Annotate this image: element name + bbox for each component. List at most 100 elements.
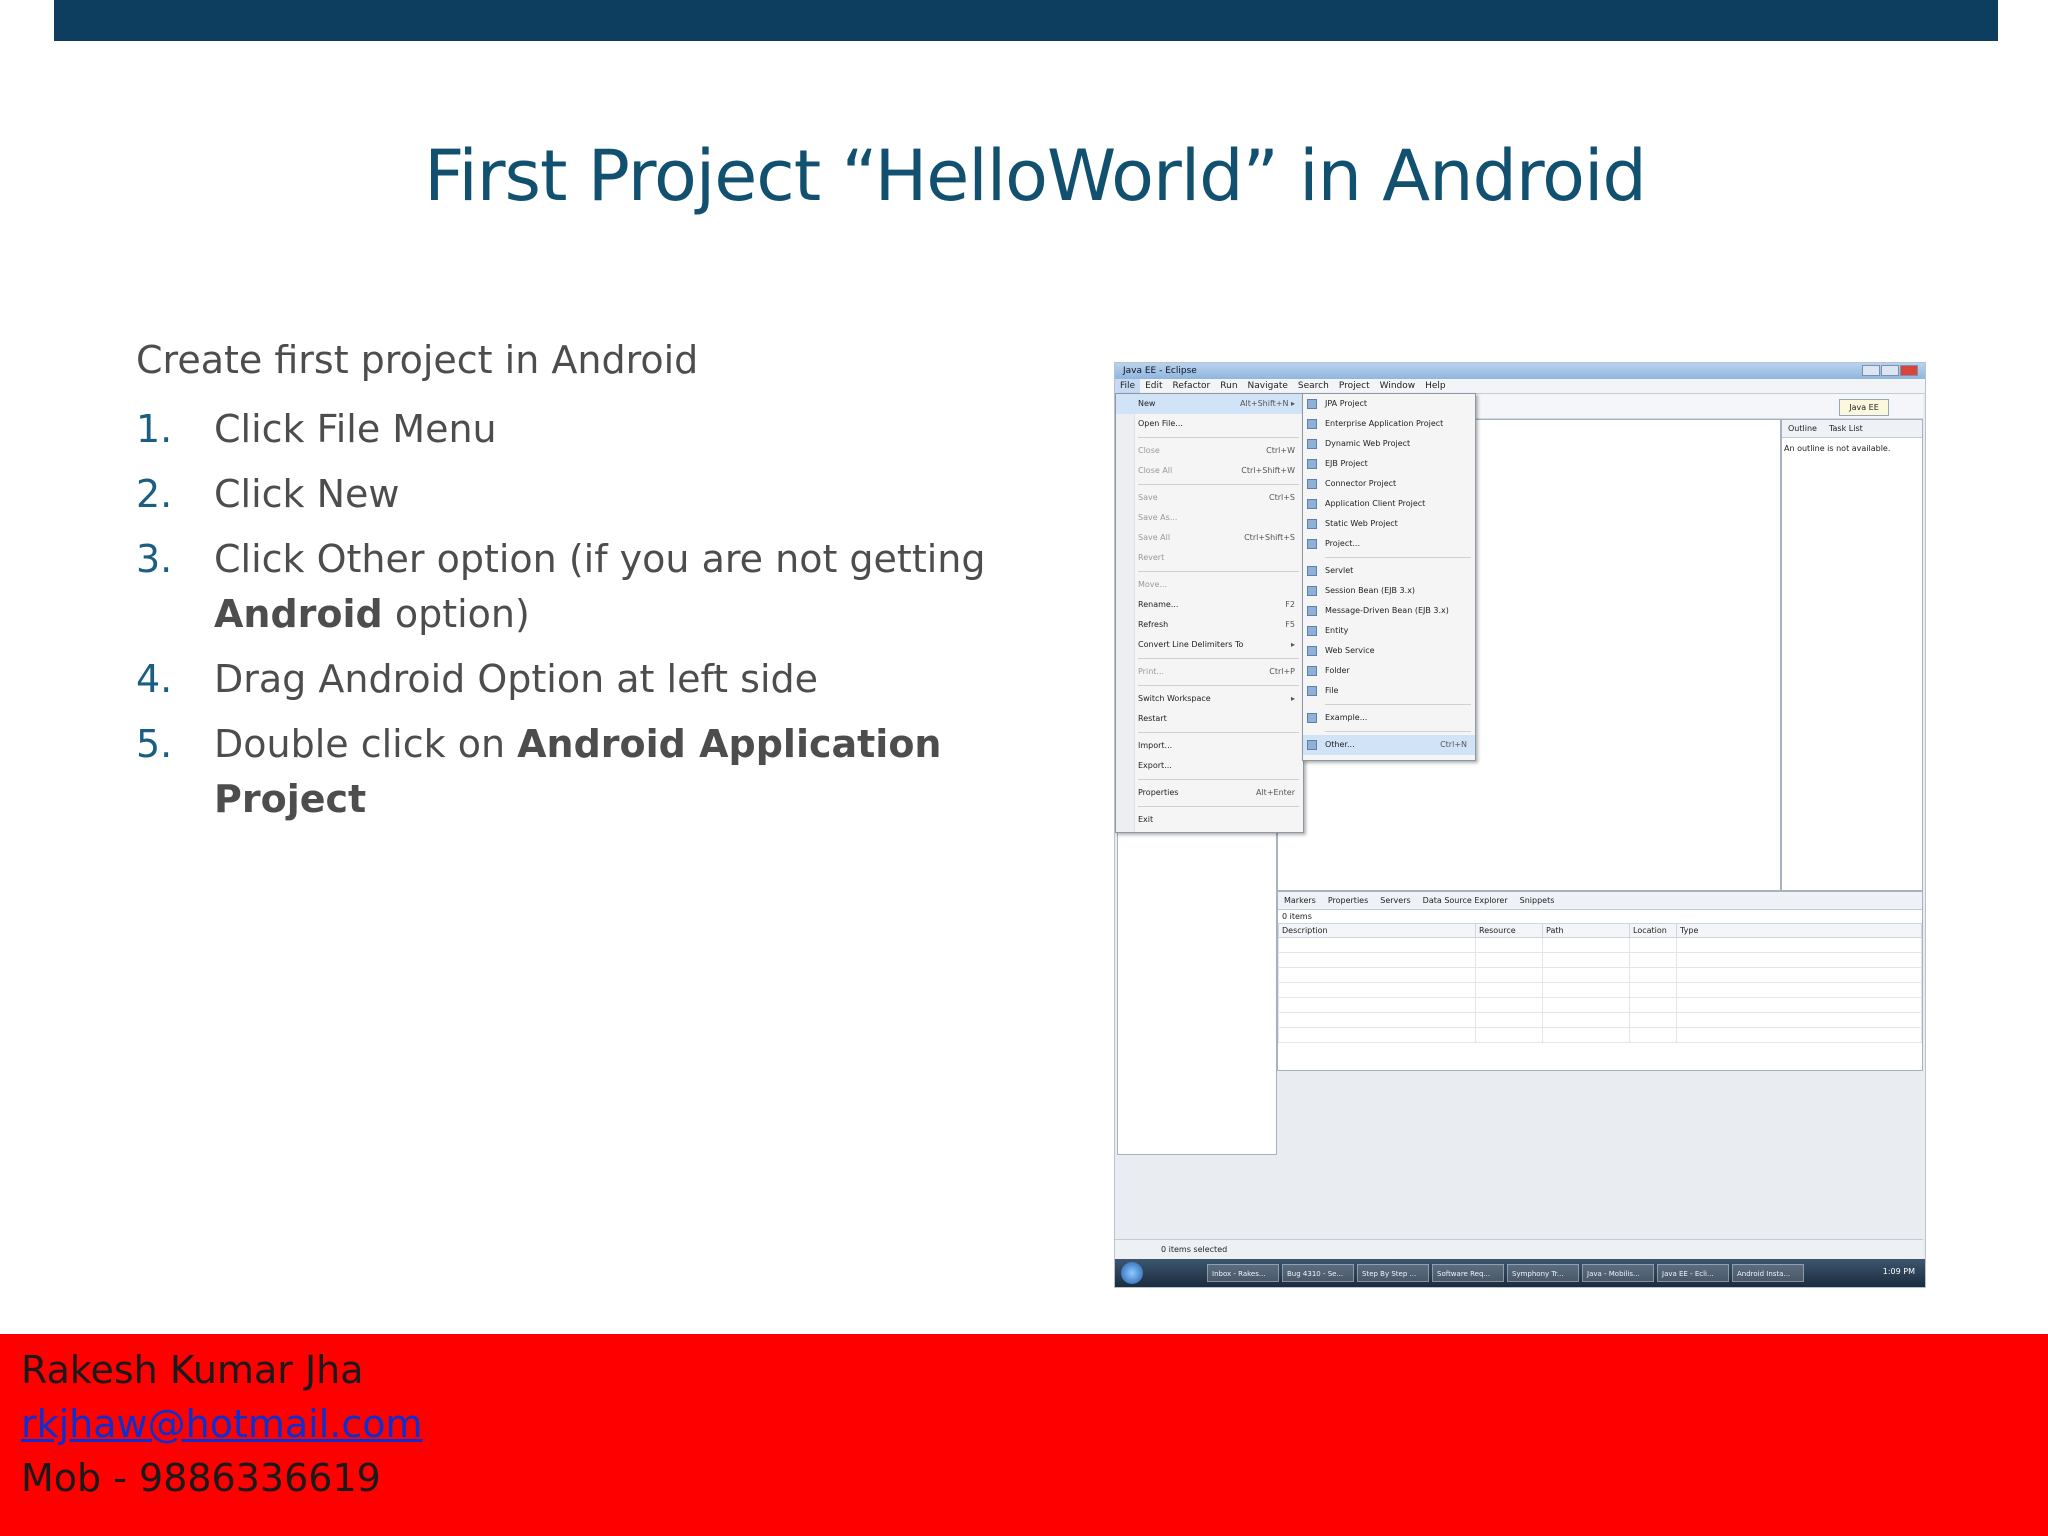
- new-submenu-item-file[interactable]: File: [1303, 681, 1475, 701]
- menu-separator: [1138, 484, 1299, 485]
- step-number: 4.: [136, 657, 173, 701]
- new-submenu-item-session-bean-ejb-3-x[interactable]: Session Bean (EJB 3.x): [1303, 581, 1475, 601]
- menu-refactor[interactable]: Refactor: [1168, 379, 1216, 393]
- taskbar-item[interactable]: Java - Mobilis...: [1582, 1264, 1654, 1282]
- taskbar-item[interactable]: Software Req...: [1432, 1264, 1504, 1282]
- menu-window[interactable]: Window: [1375, 379, 1421, 393]
- menu-project[interactable]: Project: [1334, 379, 1375, 393]
- new-submenu-item-other[interactable]: Other... Ctrl+N: [1303, 735, 1475, 755]
- new-submenu-item-servlet[interactable]: Servlet: [1303, 561, 1475, 581]
- taskbar-item[interactable]: Step By Step ...: [1357, 1264, 1429, 1282]
- menu-item-label: Properties: [1138, 788, 1179, 797]
- menu-search[interactable]: Search: [1293, 379, 1334, 393]
- tab-markers[interactable]: Markers: [1278, 892, 1322, 909]
- menu-item-label: Revert: [1138, 553, 1165, 562]
- file-menu-item-import[interactable]: Import...: [1116, 736, 1303, 756]
- menu-item-label: Close All: [1138, 466, 1173, 475]
- file-menu-item-switch-workspace[interactable]: Switch Workspace ▸: [1116, 689, 1303, 709]
- file-menu-item-export[interactable]: Export...: [1116, 756, 1303, 776]
- taskbar-item[interactable]: Symphony Tr...: [1507, 1264, 1579, 1282]
- menu-item-shortcut: Ctrl+S: [1268, 493, 1295, 502]
- start-button-icon[interactable]: [1121, 1262, 1143, 1284]
- menu-navigate[interactable]: Navigate: [1243, 379, 1293, 393]
- tab-servers[interactable]: Servers: [1374, 892, 1416, 909]
- tab-properties[interactable]: Properties: [1322, 892, 1374, 909]
- step-text: Click Other option (if you are not getti…: [214, 537, 986, 581]
- ejb-project-icon: [1307, 459, 1317, 469]
- new-submenu-item-dynamic-web-project[interactable]: Dynamic Web Project: [1303, 434, 1475, 454]
- message-driven-bean-ejb-3-x-icon: [1307, 606, 1317, 616]
- new-submenu-item-application-client-project[interactable]: Application Client Project: [1303, 494, 1475, 514]
- menu-item-shortcut: Ctrl+P: [1269, 667, 1295, 676]
- close-icon[interactable]: [1900, 365, 1918, 376]
- tab-data-source-explorer[interactable]: Data Source Explorer: [1417, 892, 1514, 909]
- taskbar-item[interactable]: Inbox - Rakes...: [1207, 1264, 1279, 1282]
- column-header[interactable]: Location: [1629, 923, 1677, 938]
- menu-edit[interactable]: Edit: [1140, 379, 1167, 393]
- column-header[interactable]: Resource: [1475, 923, 1543, 938]
- file-menu-item-save: Save Ctrl+S: [1116, 488, 1303, 508]
- minimize-icon[interactable]: [1862, 365, 1880, 376]
- new-submenu-item-jpa-project[interactable]: JPA Project: [1303, 394, 1475, 414]
- tab-outline[interactable]: Outline: [1782, 420, 1823, 437]
- tab-snippets[interactable]: Snippets: [1514, 892, 1561, 909]
- menu-file[interactable]: File: [1115, 379, 1141, 393]
- menu-item-label: Message-Driven Bean (EJB 3.x): [1325, 606, 1449, 615]
- file-menu-item-revert: Revert: [1116, 548, 1303, 568]
- new-submenu-item-ejb-project[interactable]: EJB Project: [1303, 454, 1475, 474]
- author-email-link[interactable]: rkjhaw@hotmail.com: [21, 1402, 423, 1446]
- file-menu-item-rename[interactable]: Rename... F2: [1116, 595, 1303, 615]
- step-text: Click File Menu: [214, 407, 497, 451]
- file-menu-item-close-all: Close All Ctrl+Shift+W: [1116, 461, 1303, 481]
- new-submenu-item-example[interactable]: Example...: [1303, 708, 1475, 728]
- table-row: [1278, 952, 1922, 968]
- new-submenu-item-static-web-project[interactable]: Static Web Project: [1303, 514, 1475, 534]
- file-menu-item-new[interactable]: New Alt+Shift+N ▸: [1116, 394, 1303, 414]
- menu-item-label: Project...: [1325, 539, 1360, 548]
- taskbar-item[interactable]: Android Insta...: [1732, 1264, 1804, 1282]
- new-submenu-item-enterprise-application-project[interactable]: Enterprise Application Project: [1303, 414, 1475, 434]
- menu-item-label: Move...: [1138, 580, 1168, 589]
- file-menu-item-properties[interactable]: Properties Alt+Enter: [1116, 783, 1303, 803]
- file-menu-item-refresh[interactable]: Refresh F5: [1116, 615, 1303, 635]
- new-submenu-item-connector-project[interactable]: Connector Project: [1303, 474, 1475, 494]
- new-submenu-item-folder[interactable]: Folder: [1303, 661, 1475, 681]
- perspective-button[interactable]: Java EE: [1839, 399, 1889, 416]
- step-item: 5. Double click on Android Application Pr…: [136, 717, 1006, 827]
- menu-item-label: Application Client Project: [1325, 499, 1426, 508]
- other-icon: [1307, 740, 1317, 750]
- file-menu-item-open-file[interactable]: Open File...: [1116, 414, 1303, 434]
- new-submenu-item-entity[interactable]: Entity: [1303, 621, 1475, 641]
- taskbar-item[interactable]: Bug 4310 - Se...: [1282, 1264, 1354, 1282]
- menu-help[interactable]: Help: [1420, 379, 1451, 393]
- eclipse-screenshot: Java EE - Eclipse File Edit Refactor Run Nav…: [1114, 362, 1926, 1288]
- menu-item-label: Save All: [1138, 533, 1171, 542]
- menu-item-shortcut: Alt+Enter: [1255, 788, 1295, 797]
- new-submenu-item-project[interactable]: Project...: [1303, 534, 1475, 554]
- file-menu-item-exit[interactable]: Exit: [1116, 810, 1303, 830]
- file-menu-item-restart[interactable]: Restart: [1116, 709, 1303, 729]
- step-number: 2.: [136, 472, 173, 516]
- tab-task-list[interactable]: Task List: [1823, 420, 1869, 437]
- taskbar-item[interactable]: Java EE - Ecli...: [1657, 1264, 1729, 1282]
- footer: Rakesh Kumar Jha rkjhaw@hotmail.com Mob …: [0, 1334, 2048, 1536]
- column-header[interactable]: Description: [1278, 923, 1476, 938]
- table-header-row: Description Resource Path Location Type: [1278, 923, 1922, 938]
- column-header[interactable]: Path: [1542, 923, 1630, 938]
- step-text-end: option): [382, 592, 530, 636]
- steps-list: 1. Click File Menu 2. Click New 3. Click Ot…: [136, 402, 1006, 837]
- menu-item-label: Static Web Project: [1325, 519, 1398, 528]
- menu-item-label: Switch Workspace: [1138, 694, 1211, 703]
- new-submenu-item-web-service[interactable]: Web Service: [1303, 641, 1475, 661]
- new-submenu-item-message-driven-bean-ejb-3-x[interactable]: Message-Driven Bean (EJB 3.x): [1303, 601, 1475, 621]
- table-row: [1278, 982, 1922, 998]
- file-menu-item-convert-line-delimiters-to[interactable]: Convert Line Delimiters To ▸: [1116, 635, 1303, 655]
- column-header[interactable]: Type: [1676, 923, 1922, 938]
- markers-pane: Markers Properties Servers Data Source Expl…: [1277, 891, 1923, 1071]
- menu-run[interactable]: Run: [1215, 379, 1242, 393]
- file-menu-item-print: Print... Ctrl+P: [1116, 662, 1303, 682]
- maximize-icon[interactable]: [1881, 365, 1899, 376]
- menu-item-label: Convert Line Delimiters To: [1138, 640, 1244, 649]
- bottom-tabs: Markers Properties Servers Data Source Expl…: [1278, 892, 1922, 910]
- table-row: [1278, 1027, 1922, 1043]
